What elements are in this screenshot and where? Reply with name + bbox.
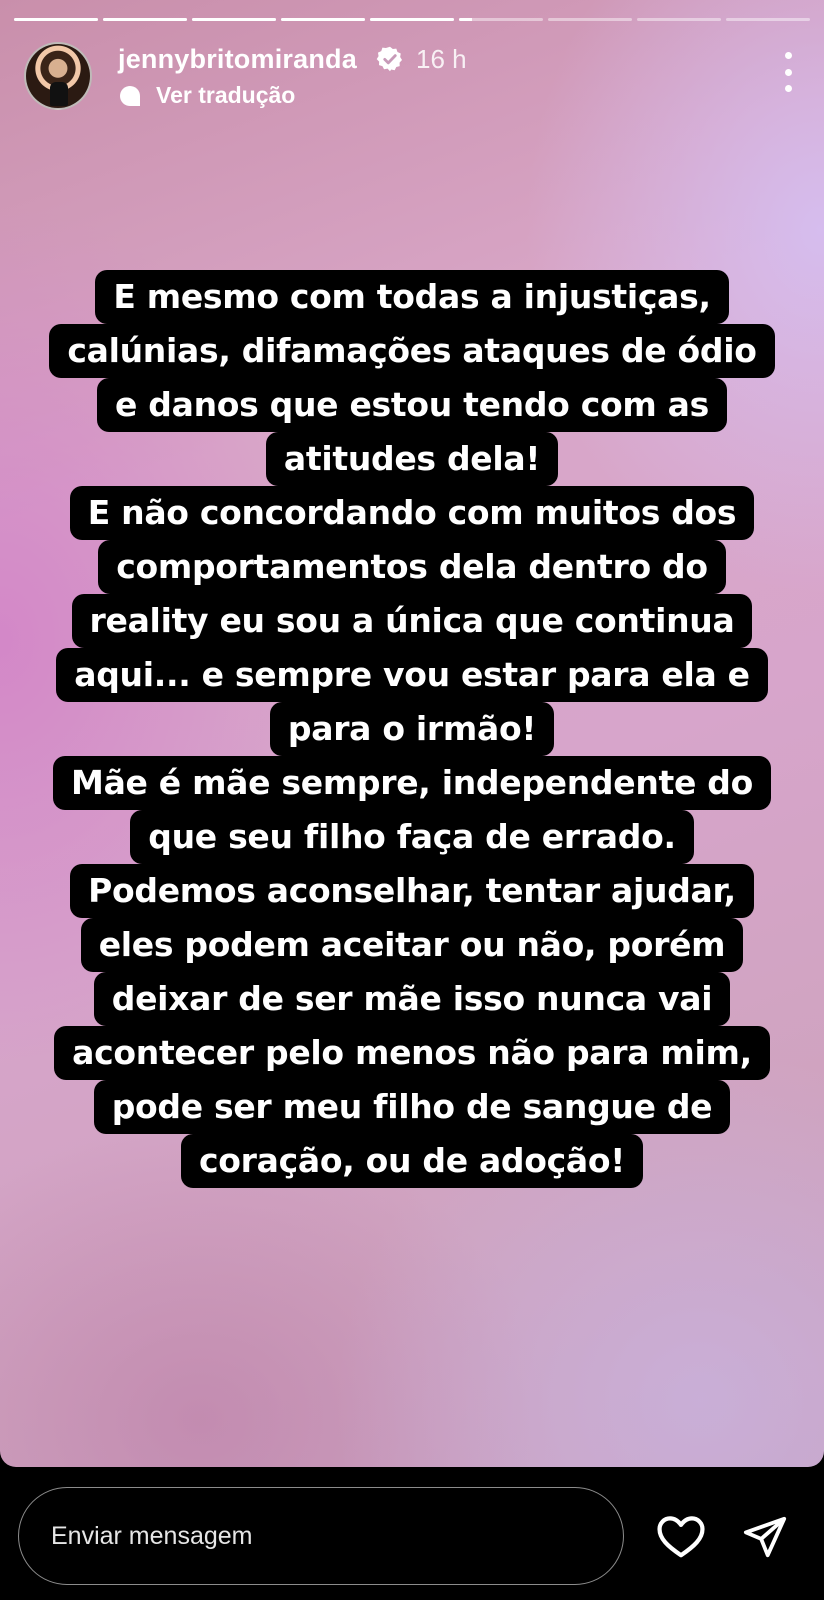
story-text-line: eles podem aceitar ou não, porém xyxy=(80,918,744,972)
progress-segment xyxy=(281,18,365,21)
story-text-line: que seu filho faça de errado. xyxy=(130,810,694,864)
progress-segment xyxy=(14,18,98,21)
progress-segment xyxy=(459,18,543,21)
story-text-line: para o irmão! xyxy=(269,702,555,756)
story-text-line: comportamentos dela dentro do xyxy=(98,540,726,594)
translate-icon xyxy=(120,85,140,106)
translate-button[interactable]: Ver tradução xyxy=(118,82,295,109)
story-text: E mesmo com todas a injustiças, calúnias,… xyxy=(0,270,824,1188)
story-text-line: atitudes dela! xyxy=(265,432,559,486)
story-text-line: e danos que estou tendo com as xyxy=(97,378,727,432)
profile-avatar[interactable] xyxy=(24,42,92,110)
story-text-line: Mãe é mãe sempre, independente do xyxy=(53,756,771,810)
story-text-line: pode ser meu filho de sangue de xyxy=(93,1080,731,1134)
story-text-line: E não concordando com muitos dos xyxy=(69,486,755,540)
post-time: 16 h xyxy=(416,44,467,74)
story-footer xyxy=(0,1467,824,1600)
story-text-line: Podemos aconselhar, tentar ajudar, xyxy=(70,864,754,918)
story-text-line: calúnias, difamações ataques de ódio xyxy=(49,324,775,378)
story-text-line: acontecer pelo menos não para mim, xyxy=(54,1026,770,1080)
story-text-line: deixar de ser mãe isso nunca vai xyxy=(93,972,731,1026)
story-progress-bar xyxy=(14,18,810,22)
username[interactable]: jennybritomiranda xyxy=(118,44,357,75)
story-text-line: reality eu sou a única que continua xyxy=(71,594,753,648)
story-text-line: E mesmo com todas a injustiças, xyxy=(95,270,729,324)
story-text-line: coração, ou de adoção! xyxy=(181,1134,643,1188)
story-text-line: aqui... e sempre vou estar para ela e xyxy=(56,648,768,702)
progress-segment xyxy=(192,18,276,21)
progress-segment xyxy=(548,18,632,21)
paper-plane-icon[interactable] xyxy=(742,1514,788,1560)
progress-segment xyxy=(726,18,810,21)
progress-segment xyxy=(103,18,187,21)
progress-segment xyxy=(370,18,454,21)
story-header: jennybritomiranda 16 h Ver tradução xyxy=(24,40,800,110)
more-options-icon[interactable] xyxy=(776,52,800,92)
story-viewer[interactable]: jennybritomiranda 16 h Ver tradução E me… xyxy=(0,0,824,1467)
progress-segment xyxy=(637,18,721,21)
translate-label: Ver tradução xyxy=(156,82,296,108)
message-input[interactable] xyxy=(18,1487,624,1585)
verified-badge-icon xyxy=(376,46,403,72)
heart-icon[interactable] xyxy=(656,1514,706,1560)
